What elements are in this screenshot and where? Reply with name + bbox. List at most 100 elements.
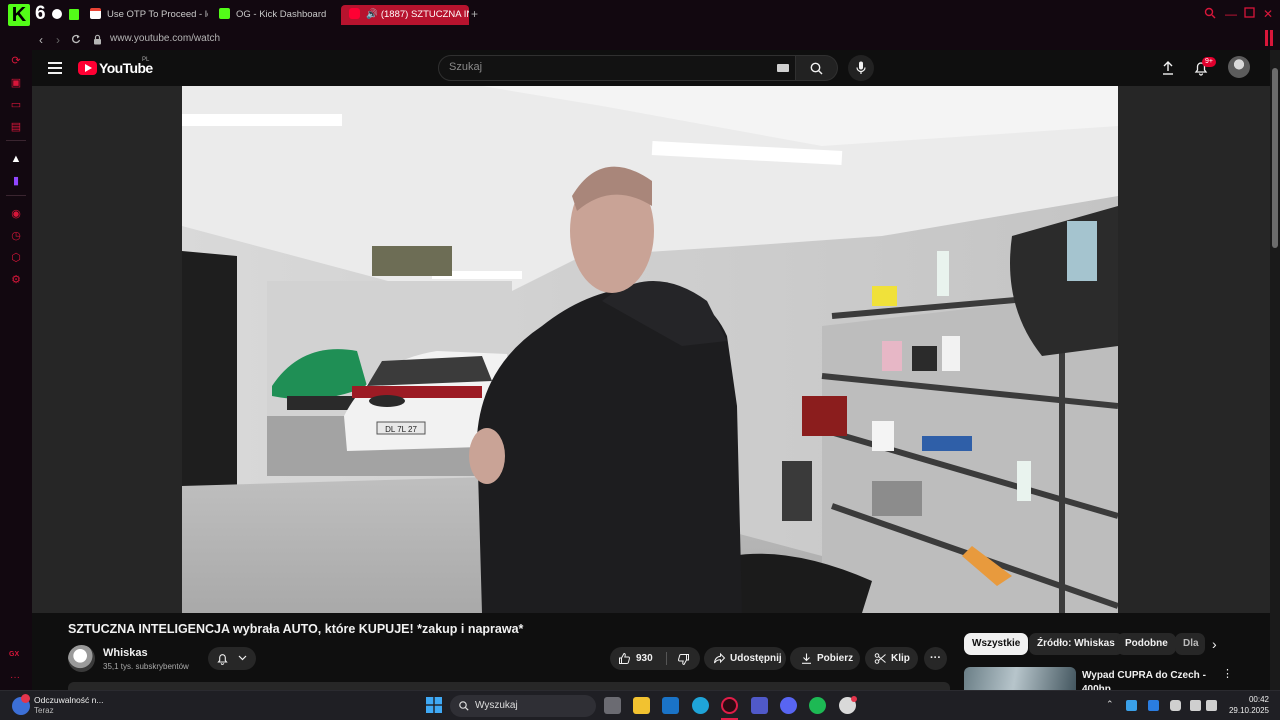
back-button[interactable]: ‹: [34, 32, 48, 48]
volume-icon[interactable]: [1206, 700, 1217, 711]
subscription-notifications-button[interactable]: [208, 647, 256, 670]
bell-icon: [217, 654, 228, 665]
share-button[interactable]: Udostępnij: [704, 647, 786, 670]
close-window-button[interactable]: ✕: [1261, 7, 1275, 21]
spotify-icon[interactable]: [809, 697, 826, 714]
tab-otp[interactable]: Use OTP To Proceed - lev: [90, 5, 208, 25]
channel-avatar[interactable]: [68, 645, 95, 672]
menu-icon[interactable]: [48, 62, 62, 74]
search-tabs-icon[interactable]: [1203, 7, 1217, 21]
gx-label[interactable]: GX: [9, 651, 19, 658]
like-button[interactable]: 930: [610, 647, 664, 670]
download-button[interactable]: Pobierz: [790, 647, 860, 670]
keyboard-icon[interactable]: [777, 64, 789, 72]
kick-pinned-tab-icon[interactable]: [69, 9, 79, 20]
tab-label: OG - Kick Dashboard: [236, 9, 327, 20]
app-badge-icon: [851, 696, 857, 702]
chips-next-arrow-icon[interactable]: ›: [1212, 637, 1217, 651]
cloud-tray-icon[interactable]: [1148, 700, 1159, 711]
extensions-icon[interactable]: ⬡: [10, 252, 22, 264]
network-icon[interactable]: [1190, 700, 1201, 711]
gx-counter-badge: 6: [35, 3, 46, 24]
thumbs-up-icon: [619, 652, 630, 664]
minimize-button[interactable]: —: [1224, 7, 1238, 21]
reload-button[interactable]: [69, 32, 83, 48]
settings-gear-icon[interactable]: ⚙: [10, 274, 22, 286]
kick-app-icon[interactable]: K: [8, 4, 30, 26]
youtube-icon: [349, 8, 360, 19]
gmail-icon: [90, 8, 101, 19]
audio-playing-icon[interactable]: 🔊: [366, 9, 378, 20]
search-box[interactable]: [438, 55, 796, 81]
chip-all[interactable]: Wszystkie: [964, 633, 1029, 655]
clock-date[interactable]: 29.10.2025: [1223, 706, 1269, 715]
search-button[interactable]: [796, 55, 838, 81]
teams-icon[interactable]: [751, 697, 768, 714]
clock-time[interactable]: 00:42: [1239, 695, 1269, 704]
edge-icon[interactable]: [692, 697, 709, 714]
scissors-icon: [874, 653, 886, 664]
more-icon[interactable]: ···: [10, 672, 20, 683]
url-field[interactable]: www.youtube.com/watch: [110, 33, 220, 44]
weather-widget-title[interactable]: Odczuwalność n...: [34, 695, 103, 705]
chip-for-you[interactable]: Dla: [1175, 633, 1205, 655]
tab-kick-dashboard[interactable]: OG - Kick Dashboard: [219, 5, 337, 25]
history-icon[interactable]: ◷: [10, 230, 22, 242]
video-frame[interactable]: DL 7L 27: [182, 86, 1118, 613]
start-button[interactable]: [426, 697, 442, 713]
share-label: Udostępnij: [730, 653, 782, 664]
youtube-play-icon: [78, 61, 97, 75]
upload-icon[interactable]: [1159, 59, 1177, 77]
search-icon: [459, 701, 469, 711]
new-tab-button[interactable]: +: [471, 8, 478, 20]
pill-divider: [666, 652, 667, 665]
recommended-more-icon[interactable]: ⋮: [1222, 669, 1233, 680]
sidebar-toggle-icon[interactable]: [1270, 30, 1273, 46]
video-player[interactable]: DL 7L 27: [32, 86, 1270, 613]
like-dislike-group: 930: [610, 647, 700, 670]
more-actions-button[interactable]: ···: [924, 647, 947, 670]
forward-button[interactable]: ›: [51, 32, 65, 48]
twitch-icon[interactable]: ▮: [10, 175, 22, 187]
microphone-tray-icon[interactable]: [1170, 700, 1181, 711]
kick-sidebar-icon[interactable]: ▲: [10, 153, 22, 165]
chip-source-channel[interactable]: Źródło: Whiskas: [1029, 633, 1123, 655]
opera-gx-icon[interactable]: [721, 697, 738, 714]
search-input[interactable]: [449, 61, 749, 73]
scrollbar-thumb[interactable]: [1272, 68, 1278, 248]
shopping-bag-icon[interactable]: ▣: [10, 77, 22, 89]
description-box[interactable]: [68, 682, 950, 690]
gx-menu-icon[interactable]: [52, 9, 62, 19]
tab-youtube-active[interactable]: 🔊(1887) SZTUCZNA INTE: [341, 5, 469, 25]
account-avatar[interactable]: [1228, 56, 1250, 78]
recommended-video-title[interactable]: Wypad CUPRA do Czech - 400hp: [1082, 669, 1212, 690]
page-scrollbar[interactable]: [1270, 50, 1280, 690]
outlook-icon[interactable]: [662, 697, 679, 714]
gx-control-icon[interactable]: ⟳: [10, 55, 22, 67]
chip-related[interactable]: Podobne: [1117, 633, 1176, 655]
tray-overflow-chevron-icon[interactable]: ⌃: [1106, 699, 1114, 710]
messenger-icon[interactable]: ▭: [10, 99, 22, 111]
channel-name[interactable]: Whiskas: [103, 647, 148, 659]
windows-taskbar: Odczuwalność n... Teraz Wyszukaj ⌃ 00:42…: [0, 690, 1280, 720]
clip-button[interactable]: Klip: [865, 647, 918, 670]
gx-sidebar: ⟳ ▣ ▭ ▤ ▲ ▮ ◉ ◷ ⬡ ⚙ GX ···: [0, 50, 32, 690]
lock-icon[interactable]: [93, 34, 102, 45]
dislike-button[interactable]: [668, 647, 700, 670]
sidebar-toggle-icon[interactable]: [1265, 30, 1268, 46]
maximize-button[interactable]: [1242, 7, 1256, 21]
voice-search-button[interactable]: [848, 55, 874, 81]
discord-icon[interactable]: [780, 697, 797, 714]
telegram-tray-icon[interactable]: [1126, 700, 1137, 711]
subscriber-count: 35,1 tys. subskrybentów: [103, 662, 189, 671]
video-title: SZTUCZNA INTELIGENCJA wybrała AUTO, któr…: [68, 622, 524, 636]
taskbar-search[interactable]: Wyszukaj: [450, 695, 596, 717]
country-code: PL: [142, 57, 150, 63]
recommended-video-thumbnail[interactable]: [964, 667, 1076, 690]
task-view-icon[interactable]: [604, 697, 621, 714]
news-icon[interactable]: ▤: [10, 121, 22, 133]
kick-icon: [219, 8, 230, 19]
weather-widget-subtitle: Teraz: [34, 706, 54, 715]
player-icon[interactable]: ◉: [10, 208, 22, 220]
file-explorer-icon[interactable]: [633, 697, 650, 714]
